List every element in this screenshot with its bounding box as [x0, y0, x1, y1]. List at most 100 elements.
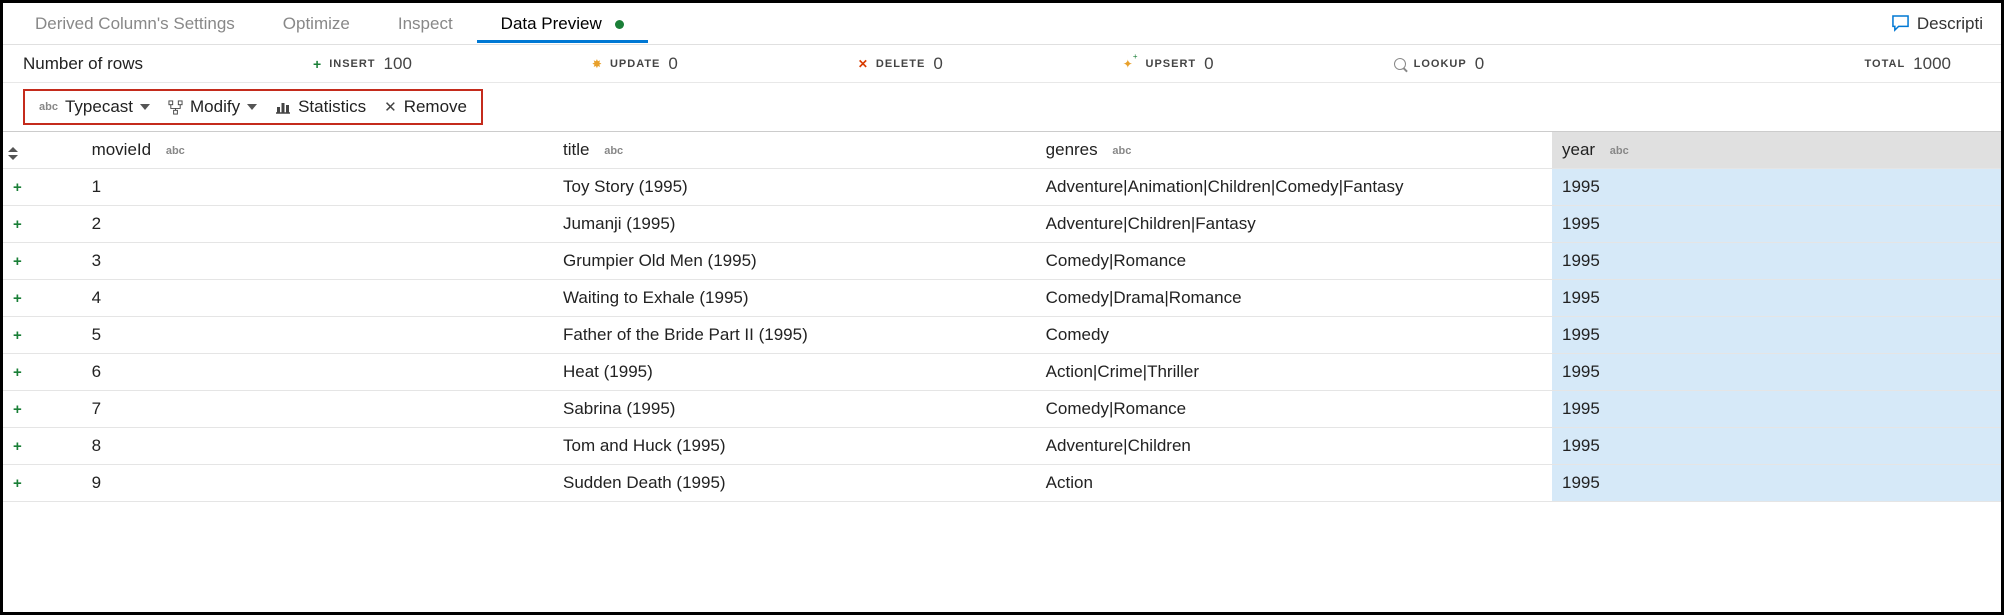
tab-optimize[interactable]: Optimize	[259, 6, 374, 42]
cell-movieId: 8	[82, 428, 553, 465]
cell-title: Toy Story (1995)	[553, 169, 1036, 206]
stat-insert-value: 100	[384, 54, 412, 74]
close-icon: ✕	[384, 98, 397, 116]
table-row[interactable]: +6Heat (1995)Action|Crime|Thriller1995	[3, 354, 2001, 391]
row-expand[interactable]: +	[3, 428, 82, 465]
table-row[interactable]: +2Jumanji (1995)Adventure|Children|Fanta…	[3, 206, 2001, 243]
type-tag-abc: abc	[604, 145, 623, 157]
tab-inspect[interactable]: Inspect	[374, 6, 477, 42]
cell-movieId: 6	[82, 354, 553, 391]
stat-update: ✸ UPDATE 0	[592, 54, 678, 74]
status-dot-icon	[615, 20, 624, 29]
cell-year: 1995	[1552, 391, 2001, 428]
description-link[interactable]: Descripti	[1881, 14, 1993, 34]
typecast-button[interactable]: abc Typecast	[39, 97, 150, 117]
cell-year: 1995	[1552, 206, 2001, 243]
plus-icon: +	[13, 179, 22, 196]
col-header-year[interactable]: year abc	[1552, 132, 2001, 169]
cell-movieId: 7	[82, 391, 553, 428]
plus-icon: +	[13, 438, 22, 455]
cell-movieId: 2	[82, 206, 553, 243]
modify-label: Modify	[190, 97, 240, 117]
table-row[interactable]: +3Grumpier Old Men (1995)Comedy|Romance1…	[3, 243, 2001, 280]
stat-insert-label: INSERT	[329, 58, 375, 70]
col-movieId-label: movieId	[92, 140, 152, 159]
remove-label: Remove	[404, 97, 467, 117]
col-year-label: year	[1562, 140, 1595, 159]
cell-genres: Action	[1036, 465, 1552, 502]
row-expand[interactable]: +	[3, 317, 82, 354]
table-row[interactable]: +8Tom and Huck (1995)Adventure|Children1…	[3, 428, 2001, 465]
plus-icon: +	[13, 401, 22, 418]
stat-lookup-value: 0	[1475, 54, 1484, 74]
plus-icon: +	[13, 364, 22, 381]
stat-upsert-value: 0	[1204, 54, 1213, 74]
col-header-genres[interactable]: genres abc	[1036, 132, 1552, 169]
col-header-title[interactable]: title abc	[553, 132, 1036, 169]
stat-delete: ✕ DELETE 0	[858, 54, 943, 74]
cell-title: Grumpier Old Men (1995)	[553, 243, 1036, 280]
col-header-movieId[interactable]: movieId abc	[82, 132, 553, 169]
stat-total-value: 1000	[1913, 54, 1951, 74]
stat-lookup-label: LOOKUP	[1414, 58, 1467, 70]
chevron-down-icon	[140, 104, 150, 110]
row-expand[interactable]: +	[3, 206, 82, 243]
cell-title: Sabrina (1995)	[553, 391, 1036, 428]
tab-bar: Derived Column's Settings Optimize Inspe…	[3, 3, 2001, 45]
cell-movieId: 9	[82, 465, 553, 502]
statistics-label: Statistics	[298, 97, 366, 117]
table-row[interactable]: +7Sabrina (1995)Comedy|Romance1995	[3, 391, 2001, 428]
row-expand[interactable]: +	[3, 391, 82, 428]
cell-movieId: 3	[82, 243, 553, 280]
delete-icon: ✕	[858, 57, 868, 71]
plus-icon: +	[13, 475, 22, 492]
row-expand[interactable]: +	[3, 169, 82, 206]
type-tag-abc: abc	[1610, 145, 1629, 157]
search-icon	[1394, 58, 1406, 70]
remove-button[interactable]: ✕ Remove	[384, 97, 467, 117]
cell-genres: Comedy|Drama|Romance	[1036, 280, 1552, 317]
table-row[interactable]: +9Sudden Death (1995)Action1995	[3, 465, 2001, 502]
chevron-down-icon	[247, 104, 257, 110]
type-tag-abc: abc	[166, 145, 185, 157]
stat-total: TOTAL 1000	[1865, 54, 1951, 74]
cell-title: Sudden Death (1995)	[553, 465, 1036, 502]
plus-icon: +	[13, 327, 22, 344]
cell-title: Jumanji (1995)	[553, 206, 1036, 243]
row-expand[interactable]: +	[3, 465, 82, 502]
cell-genres: Action|Crime|Thriller	[1036, 354, 1552, 391]
cell-movieId: 1	[82, 169, 553, 206]
stats-bar: Number of rows + INSERT 100 ✸ UPDATE 0 ✕…	[3, 45, 2001, 83]
plus-icon: +	[13, 253, 22, 270]
tab-derived-column-settings[interactable]: Derived Column's Settings	[11, 6, 259, 42]
modify-button[interactable]: Modify	[168, 97, 257, 117]
col-sort[interactable]	[3, 132, 82, 169]
cell-genres: Comedy|Romance	[1036, 243, 1552, 280]
cell-year: 1995	[1552, 428, 2001, 465]
cell-genres: Adventure|Children|Fantasy	[1036, 206, 1552, 243]
stat-update-label: UPDATE	[610, 58, 660, 70]
cell-genres: Comedy|Romance	[1036, 391, 1552, 428]
comment-icon	[1891, 15, 1910, 32]
stat-upsert: ✦+ UPSERT 0	[1123, 54, 1214, 74]
cell-title: Heat (1995)	[553, 354, 1036, 391]
row-expand[interactable]: +	[3, 243, 82, 280]
plus-icon: +	[313, 56, 321, 72]
cell-genres: Adventure|Animation|Children|Comedy|Fant…	[1036, 169, 1552, 206]
statistics-button[interactable]: Statistics	[275, 97, 366, 117]
cell-year: 1995	[1552, 354, 2001, 391]
row-expand[interactable]: +	[3, 354, 82, 391]
table-row[interactable]: +4Waiting to Exhale (1995)Comedy|Drama|R…	[3, 280, 2001, 317]
table-row[interactable]: +5Father of the Bride Part II (1995)Come…	[3, 317, 2001, 354]
table-row[interactable]: +1Toy Story (1995)Adventure|Animation|Ch…	[3, 169, 2001, 206]
stat-insert: + INSERT 100	[313, 54, 412, 74]
stat-upsert-label: UPSERT	[1146, 58, 1197, 70]
description-label: Descripti	[1917, 14, 1983, 34]
cell-year: 1995	[1552, 317, 2001, 354]
tab-data-preview[interactable]: Data Preview	[477, 6, 648, 42]
row-expand[interactable]: +	[3, 280, 82, 317]
stat-delete-value: 0	[933, 54, 942, 74]
stat-delete-label: DELETE	[876, 58, 925, 70]
cell-title: Father of the Bride Part II (1995)	[553, 317, 1036, 354]
cell-year: 1995	[1552, 169, 2001, 206]
